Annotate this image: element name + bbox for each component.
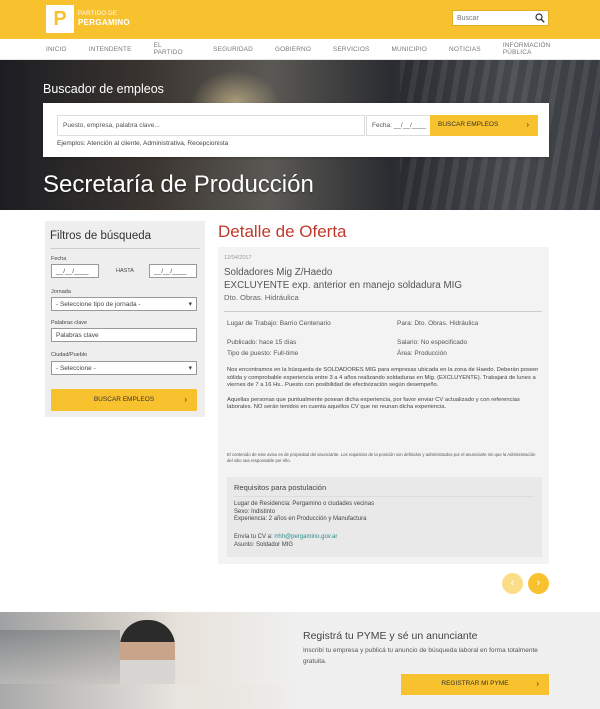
jornada-label: Jornada	[51, 289, 71, 295]
search-examples: Ejemplos: Atención al cliente, Administr…	[57, 140, 229, 147]
date-input-label: Fecha: __/__/____	[372, 122, 427, 129]
job-title: Soldadores Mig Z/Haedo EXCLUYENTE exp. a…	[224, 266, 544, 292]
req-residencia: Lugar de Residencia: Pergamino o ciudade…	[234, 501, 375, 507]
job-disclaimer: El contenido de este aviso es de propied…	[227, 452, 536, 463]
keyword-input[interactable]: Puesto, empresa, palabra clave...	[57, 115, 365, 136]
chevron-right-icon: ›	[536, 679, 539, 688]
job-area: Área: Producción	[397, 350, 447, 357]
site-header: P PARTIDO DE PERGAMINO	[0, 0, 600, 39]
keywords-label: Palabras clave	[51, 320, 88, 326]
nav-noticias[interactable]: NOTICIAS	[449, 46, 481, 53]
job-search-box: Puesto, empresa, palabra clave... Fecha:…	[43, 103, 549, 157]
logo-line1: PARTIDO DE	[78, 11, 118, 17]
date-from-input[interactable]: __/__/____	[51, 264, 99, 278]
nav-seguridad[interactable]: SEGURIDAD	[213, 46, 253, 53]
detail-divider	[224, 311, 542, 312]
previous-offer-button[interactable]: ‹	[502, 573, 523, 594]
cv-email-link[interactable]: rrhh@pergamino.gov.ar	[274, 534, 337, 540]
date-range-separator: HASTA	[116, 268, 134, 274]
filter-search-button-label: BUSCAR EMPLEOS	[93, 396, 155, 403]
job-search-title: Buscador de empleos	[43, 82, 164, 96]
nav-informacion-publica[interactable]: INFORMACIÓN PÚBLICA	[503, 42, 578, 56]
logo-mark: P	[46, 5, 74, 33]
date-to-input[interactable]: __/__/____	[149, 264, 197, 278]
detail-heading: Detalle de Oferta	[218, 222, 347, 241]
promo-photo	[0, 612, 300, 709]
filter-search-button[interactable]: BUSCAR EMPLEOS ›	[51, 389, 197, 411]
pyme-promo-banner: Registrá tu PYME y sé un anunciante Insc…	[0, 612, 600, 709]
search-input[interactable]	[453, 11, 533, 25]
site-logo[interactable]: P PARTIDO DE PERGAMINO	[46, 5, 130, 33]
jornada-select-value: - Seleccione tipo de jornada -	[56, 301, 141, 308]
search-jobs-button-label: BUSCAR EMPLEOS	[438, 121, 499, 128]
nav-gobierno[interactable]: GOBIERNO	[275, 46, 311, 53]
register-pyme-button[interactable]: REGISTRAR MI PYME ›	[401, 674, 549, 695]
job-published: Publicado: hace 15 días	[227, 339, 297, 346]
search-jobs-button[interactable]: BUSCAR EMPLEOS ›	[430, 115, 538, 136]
nav-inicio[interactable]: INICIO	[46, 46, 67, 53]
job-location: Lugar de Trabajo: Barrio Centenario	[227, 320, 331, 327]
requirements-title: Requisitos para postulación	[234, 483, 327, 492]
job-type: Tipo de puesto: Full-time	[227, 350, 299, 357]
job-detail-card: 12/04/2017 Soldadores Mig Z/Haedo EXCLUY…	[218, 247, 549, 564]
city-select-value: - Seleccione -	[56, 365, 96, 372]
job-title-line1: Soldadores Mig Z/Haedo	[224, 267, 333, 278]
job-date: 12/04/2017	[224, 255, 252, 261]
filters-divider	[50, 248, 200, 249]
job-department: Dto. Obras. Hidráulica	[224, 293, 299, 302]
nav-servicios[interactable]: SERVICIOS	[333, 46, 370, 53]
promo-title: Registrá tu PYME y sé un anunciante	[303, 630, 478, 642]
requirements-box: Requisitos para postulación Lugar de Res…	[227, 477, 542, 557]
jornada-select[interactable]: - Seleccione tipo de jornada - ▾	[51, 297, 197, 311]
logo-line2: PERGAMINO	[78, 18, 131, 27]
section-title: Secretaría de Producción	[43, 171, 314, 198]
city-select[interactable]: - Seleccione - ▾	[51, 361, 197, 375]
job-for: Para: Dto. Obras. Hidráulica	[397, 320, 479, 327]
requirements-list: Lugar de Residencia: Pergamino o ciudade…	[234, 501, 374, 524]
job-description-p1: Nos encontramos en la búsqueda de SOLDAD…	[227, 367, 539, 388]
next-offer-button[interactable]: ›	[528, 573, 549, 594]
logo-text: PARTIDO DE PERGAMINO	[78, 11, 130, 27]
chevron-right-icon: ›	[184, 395, 187, 404]
register-pyme-button-label: REGISTRAR MI PYME	[441, 680, 509, 687]
job-description: Nos encontramos en la búsqueda de SOLDAD…	[227, 367, 542, 419]
req-experiencia: Experiencia: 2 años en Producción y Manu…	[234, 516, 367, 522]
promo-text: Inscribí tu empresa y publicá tu anuncio…	[303, 647, 538, 665]
cv-subject: Asunto: Soldador MIG	[234, 542, 294, 548]
site-search	[452, 10, 549, 26]
caret-down-icon: ▾	[188, 365, 192, 372]
city-label: Ciudad/Pueblo	[51, 352, 88, 358]
keywords-input[interactable]: Palabras clave	[51, 328, 197, 342]
caret-down-icon: ▾	[188, 301, 192, 308]
chevron-right-icon: ›	[526, 120, 529, 129]
search-icon[interactable]	[535, 13, 545, 23]
main-nav: INICIO INTENDENTE EL PARTIDO SEGURIDAD G…	[0, 39, 600, 60]
job-description-p2: Aquellas personas que puntualmente posea…	[227, 396, 520, 411]
filters-title: Filtros de búsqueda	[50, 230, 152, 242]
nav-el-partido[interactable]: EL PARTIDO	[154, 42, 192, 56]
nav-intendente[interactable]: INTENDENTE	[89, 46, 132, 53]
cv-label: Envía tu CV a:	[234, 534, 273, 540]
req-sexo: Sexo: Indistinto	[234, 508, 276, 515]
requirements-divider	[234, 496, 534, 497]
job-title-line2: EXCLUYENTE exp. anterior en manejo solda…	[224, 280, 462, 291]
filters-panel: Filtros de búsqueda Fecha __/__/____ HAS…	[45, 221, 205, 417]
nav-municipio[interactable]: MUNICIPIO	[392, 46, 428, 53]
workbench-image	[0, 684, 300, 709]
cv-contact: Envía tu CV a: rrhh@pergamino.gov.ar Asu…	[234, 533, 337, 549]
date-filter-label: Fecha	[51, 256, 67, 262]
job-salary: Salario: No especificado	[397, 339, 468, 346]
